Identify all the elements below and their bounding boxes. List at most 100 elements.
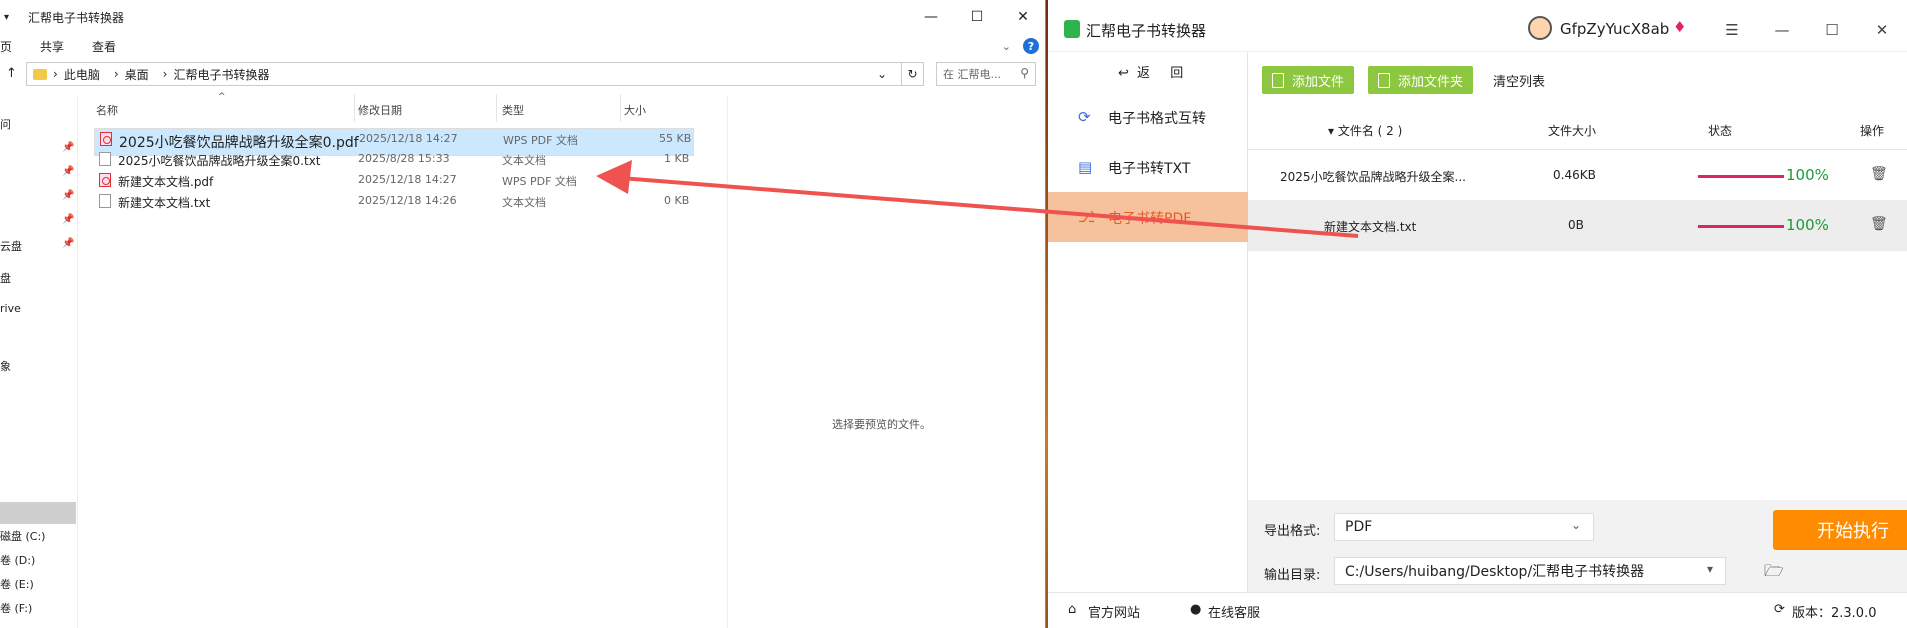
breadcrumb-desktop[interactable]: 桌面	[125, 66, 149, 83]
column-divider	[620, 94, 621, 122]
menu-home[interactable]: 页	[0, 38, 12, 55]
sidebar-item-to-pdf[interactable]: ⎇ 电子书转PDF	[1048, 192, 1248, 242]
maximize-button[interactable]: ☐	[1807, 14, 1857, 46]
online-service-link[interactable]: 在线客服	[1208, 602, 1260, 621]
output-dir-label: 输出目录:	[1264, 568, 1321, 583]
maximize-button[interactable]: ☐	[954, 0, 1000, 34]
refresh-button[interactable]: ↻	[902, 62, 924, 86]
minimize-button[interactable]: —	[908, 0, 954, 34]
nav-selected-highlight	[0, 502, 76, 524]
breadcrumb-folder[interactable]: 汇帮电子书转换器	[173, 66, 269, 83]
menu-share[interactable]: 共享	[40, 38, 64, 55]
sidebar-item-format-convert[interactable]: ⟳ 电子书格式互转	[1048, 92, 1248, 142]
refresh-icon[interactable]: ⟳	[1774, 602, 1785, 617]
file-name: 2025小吃餐饮品牌战略升级全案0.txt	[118, 154, 321, 168]
back-button[interactable]: ↩ 返 回	[1118, 62, 1183, 81]
column-type[interactable]: 类型	[502, 102, 524, 118]
trash-icon[interactable]: 🗑	[1870, 216, 1888, 232]
convert-icon: ⟳	[1078, 108, 1091, 126]
vip-diamond-icon[interactable]: ♦	[1673, 18, 1686, 36]
file-row[interactable]: 新建文本文档.pdf 2025/12/18 14:27 WPS PDF 文档	[94, 170, 694, 191]
chevron-right-icon: ›	[53, 67, 58, 81]
pdf-icon	[99, 173, 111, 187]
file-date: 2025/12/18 14:27	[359, 132, 458, 145]
output-dir-select[interactable]: C:/Users/huibang/Desktop/汇帮电子书转换器 ▾	[1334, 557, 1726, 585]
chevron-right-icon: ›	[162, 67, 168, 81]
search-input[interactable]: 在 汇帮电... ⚲	[936, 62, 1036, 86]
nav-drive-e[interactable]: 卷 (E:)	[0, 576, 34, 592]
nav-drive-d[interactable]: 卷 (D:)	[0, 552, 35, 568]
export-format-select[interactable]: PDF ⌄	[1334, 513, 1594, 541]
back-label-2: 回	[1170, 66, 1184, 81]
nav-drive-f[interactable]: 卷 (F:)	[0, 600, 32, 616]
txt-icon	[99, 194, 111, 208]
nav-drive-c[interactable]: 磁盘 (C:)	[0, 528, 45, 544]
help-icon[interactable]: ?	[1023, 38, 1039, 54]
status-bar: ⌂ 官方网站 ● 在线客服 ⟳ 版本：2.3.0.0	[1048, 592, 1907, 628]
file-size: 0.46KB	[1553, 168, 1596, 182]
header-status: 状态	[1708, 124, 1733, 138]
file-name: 新建文本文档.txt	[1324, 220, 1417, 234]
chevron-down-icon[interactable]: ⌄	[877, 67, 887, 81]
document-icon: ▤	[1078, 158, 1093, 176]
toolbar: 添加文件 添加文件夹 清空列表	[1262, 66, 1545, 94]
column-date[interactable]: 修改日期	[358, 102, 402, 118]
settings-panel: 导出格式: PDF ⌄ 开始执行 输出目录: C:/Users/huibang/…	[1248, 500, 1907, 592]
column-name[interactable]: 名称	[96, 102, 118, 118]
sidebar-item-label: 电子书格式互转	[1108, 111, 1206, 127]
explorer-menu: 页 共享 查看	[0, 34, 144, 58]
minimize-button[interactable]: —	[1757, 14, 1807, 46]
pin-icon: 📌	[62, 238, 75, 249]
file-name: 新建文本文档.txt	[118, 196, 211, 210]
file-size: 1 KB	[664, 152, 690, 165]
file-date: 2025/12/18 14:27	[358, 173, 457, 186]
nav-item[interactable]: 盘	[0, 270, 11, 286]
converter-window: 汇帮电子书转换器 GfpZyYucX8ab ♦ ☰ — ☐ ✕ ↩ 返 回 ⟳ …	[1048, 0, 1907, 628]
close-button[interactable]: ✕	[1000, 0, 1046, 34]
file-table-header: ▾ 文件名 ( 2 ) 文件大小 状态 操作	[1248, 116, 1907, 150]
header-filename[interactable]: ▾ 文件名 ( 2 )	[1328, 122, 1402, 139]
file-name: 新建文本文档.pdf	[118, 175, 214, 189]
chevron-down-icon[interactable]: ⌄	[1002, 40, 1011, 53]
nav-item[interactable]: 云盘	[0, 238, 22, 254]
ribbon-controls: ⌄ ?	[1002, 38, 1039, 54]
trash-icon[interactable]: 🗑	[1870, 166, 1888, 182]
breadcrumb-this-pc[interactable]: 此电脑	[64, 66, 100, 83]
file-row[interactable]: 2025小吃餐饮品牌战略升级全案0.txt 2025/8/28 15:33 文本…	[94, 149, 694, 170]
explorer-titlebar: ▾ 汇帮电子书转换器 — ☐ ✕	[0, 0, 1046, 34]
open-folder-icon[interactable]: 🗁	[1764, 560, 1784, 587]
column-size[interactable]: 大小	[624, 102, 646, 118]
home-icon: ⌂	[1068, 602, 1077, 617]
nav-item[interactable]: 象	[0, 358, 11, 374]
back-arrow-icon: ↩	[1118, 66, 1129, 81]
start-button[interactable]: 开始执行	[1773, 510, 1907, 550]
table-row[interactable]: 2025小吃餐饮品牌战略升级全案... 0.46KB 100% 🗑	[1248, 151, 1907, 201]
explorer-title: 汇帮电子书转换器	[28, 10, 125, 25]
nav-item[interactable]: rive	[0, 302, 21, 315]
address-bar[interactable]: › 此电脑 › 桌面 › 汇帮电子书转换器 ⌄	[26, 62, 902, 86]
file-row[interactable]: 新建文本文档.txt 2025/12/18 14:26 文本文档 0 KB	[94, 191, 694, 212]
progress-percent: 100%	[1786, 216, 1829, 234]
menu-icon[interactable]: ▾	[4, 12, 9, 23]
file-type: 文本文档	[502, 154, 546, 167]
sidebar-item-to-txt[interactable]: ▤ 电子书转TXT	[1048, 142, 1248, 192]
up-arrow-icon[interactable]: ↑	[6, 66, 17, 81]
table-row[interactable]: 新建文本文档.txt 0B 100% 🗑	[1248, 201, 1907, 251]
username[interactable]: GfpZyYucX8ab	[1560, 20, 1669, 38]
txt-icon	[99, 152, 111, 166]
official-website-link[interactable]: 官方网站	[1088, 602, 1140, 621]
menu-view[interactable]: 查看	[92, 38, 116, 55]
file-type: 文本文档	[502, 196, 546, 209]
avatar[interactable]	[1528, 16, 1552, 40]
sort-up-icon: ^	[218, 92, 226, 102]
add-file-button[interactable]: 添加文件	[1262, 66, 1355, 94]
menu-button[interactable]: ☰	[1707, 14, 1757, 46]
pin-icon: 📌	[62, 214, 75, 225]
progress-bar	[1698, 175, 1784, 178]
close-button[interactable]: ✕	[1857, 14, 1907, 46]
nav-item[interactable]: 问	[0, 116, 11, 132]
column-divider	[354, 94, 355, 122]
add-folder-button[interactable]: 添加文件夹	[1368, 66, 1474, 94]
converter-titlebar: 汇帮电子书转换器 GfpZyYucX8ab ♦ ☰ — ☐ ✕	[1048, 0, 1907, 52]
clear-list-button[interactable]: 清空列表	[1493, 71, 1545, 90]
